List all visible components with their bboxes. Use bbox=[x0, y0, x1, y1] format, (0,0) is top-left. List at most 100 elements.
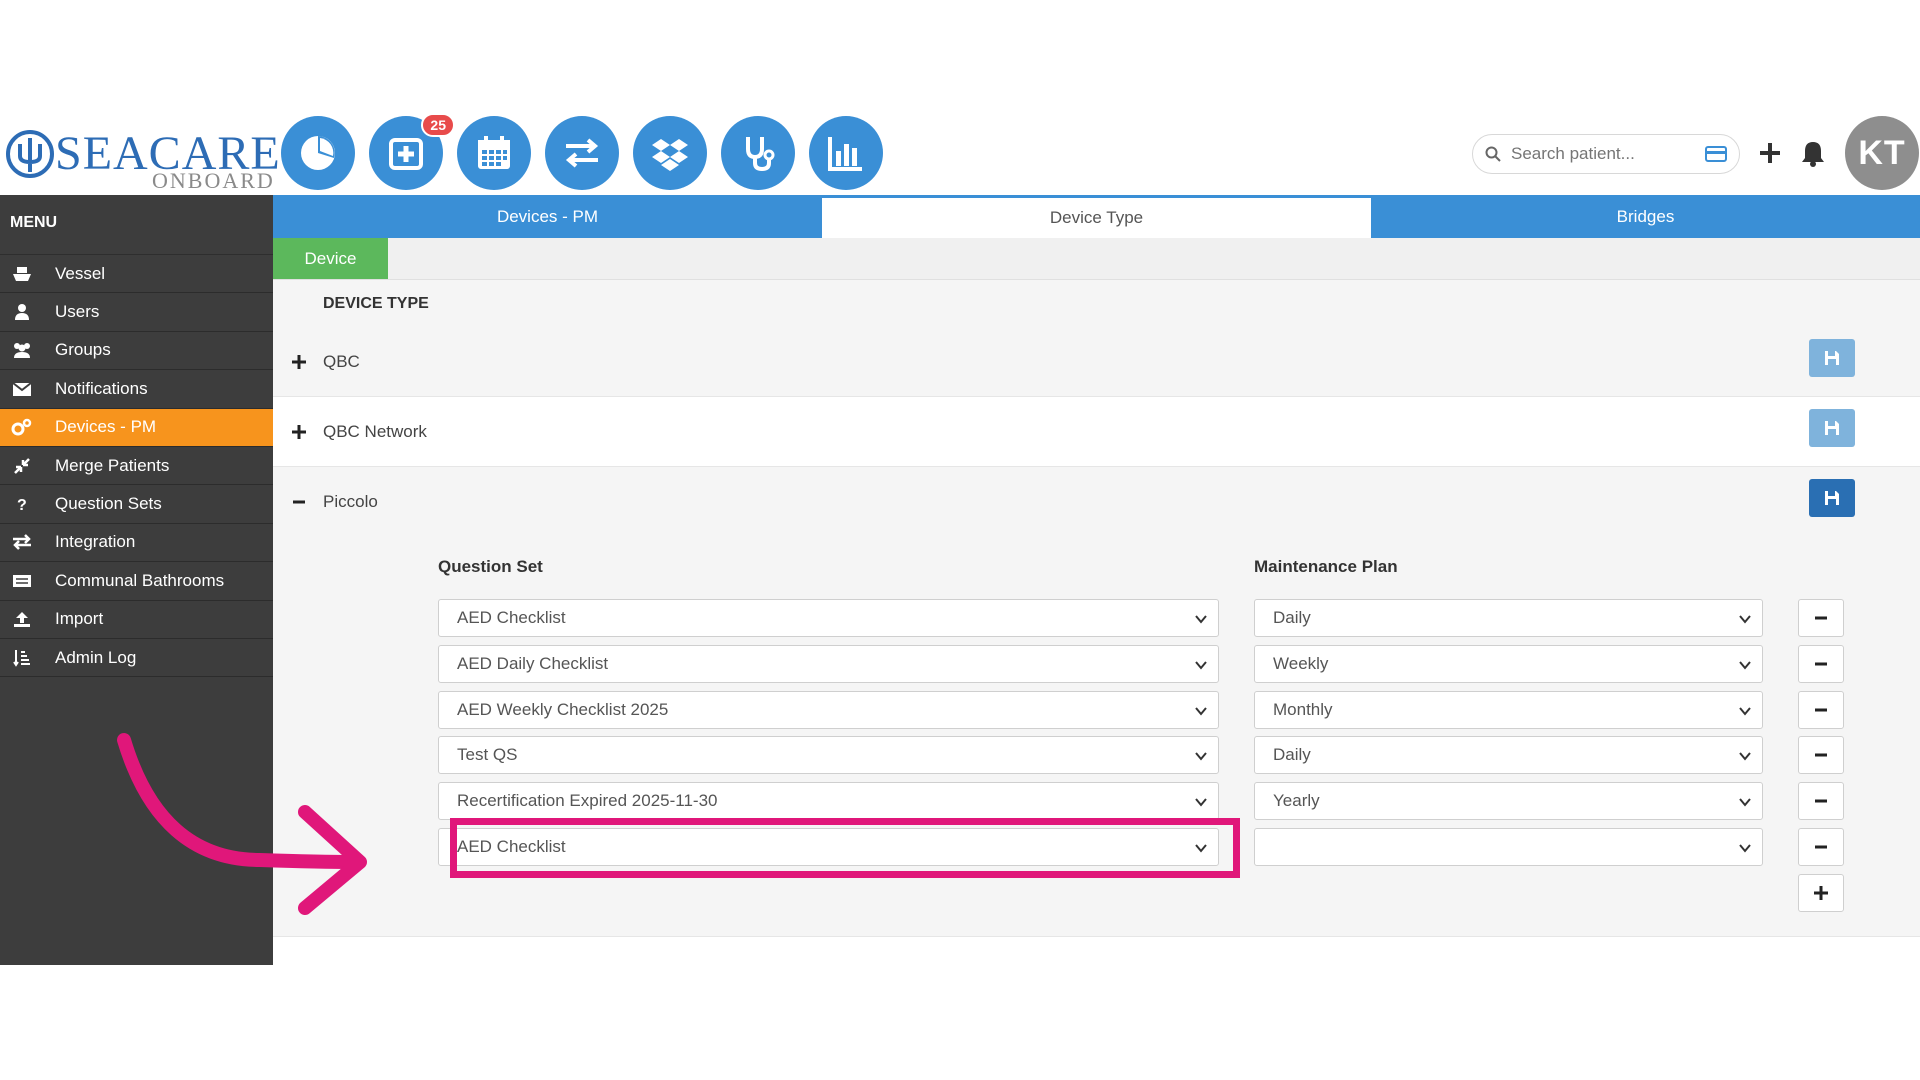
sidebar-item-merge-patients[interactable]: Merge Patients bbox=[0, 447, 273, 486]
sidebar-item-label: Users bbox=[55, 302, 100, 322]
sidebar-item-admin-log[interactable]: Admin Log bbox=[0, 639, 273, 678]
notifications-bell[interactable] bbox=[1797, 134, 1829, 172]
stethoscope-button[interactable] bbox=[721, 116, 795, 190]
top-tabs: Devices - PM Device Type Bridges bbox=[273, 195, 1920, 238]
question-set-select[interactable]: AED Checklist bbox=[438, 599, 1219, 637]
menu-title: MENU bbox=[0, 195, 273, 255]
collapse-minus-icon[interactable] bbox=[289, 494, 309, 510]
chevron-down-icon bbox=[1195, 752, 1207, 761]
maintenance-plan-label: Maintenance Plan bbox=[1254, 557, 1398, 576]
search-input[interactable] bbox=[1511, 144, 1701, 164]
sidebar-item-groups[interactable]: Groups bbox=[0, 332, 273, 371]
chevron-down-icon bbox=[1739, 615, 1751, 624]
sidebar-item-question-sets[interactable]: ? Question Sets bbox=[0, 485, 273, 524]
save-button[interactable] bbox=[1809, 409, 1855, 447]
question-icon: ? bbox=[11, 493, 33, 515]
maintenance-plan-select[interactable]: Daily bbox=[1254, 599, 1763, 637]
save-button[interactable] bbox=[1809, 339, 1855, 377]
calendar-button[interactable] bbox=[457, 116, 531, 190]
sidebar-item-label: Devices - PM bbox=[55, 417, 157, 437]
add-button[interactable] bbox=[1755, 134, 1785, 172]
expand-plus-icon[interactable] bbox=[289, 424, 309, 440]
medical-plus-icon bbox=[389, 138, 423, 170]
remove-row-button[interactable] bbox=[1798, 736, 1844, 775]
seacare-logo[interactable]: SEACARE ONBOARD bbox=[2, 118, 280, 193]
logo-subtext: ONBOARD bbox=[152, 168, 275, 193]
user-avatar[interactable]: KT bbox=[1845, 116, 1919, 190]
maintenance-plan-value: Daily bbox=[1273, 745, 1311, 765]
device-type-name: Piccolo bbox=[323, 492, 378, 511]
chevron-down-icon bbox=[1195, 615, 1207, 624]
remove-row-button[interactable] bbox=[1798, 644, 1844, 683]
floppy-save-icon bbox=[1825, 491, 1839, 505]
device-type-row-qbc-network: QBC Network bbox=[273, 397, 1920, 467]
sidebar-item-label: Notifications bbox=[55, 378, 148, 398]
save-button[interactable] bbox=[1809, 479, 1855, 517]
sidebar-item-import[interactable]: Import bbox=[0, 601, 273, 639]
floppy-save-icon bbox=[1825, 421, 1839, 435]
remove-row-button[interactable] bbox=[1798, 782, 1844, 821]
sidebar-item-communal-bathrooms[interactable]: Communal Bathrooms bbox=[0, 562, 273, 601]
device-type-header: DEVICE TYPE bbox=[273, 280, 1920, 327]
maintenance-plan-select[interactable] bbox=[1254, 828, 1763, 866]
compress-icon bbox=[11, 455, 33, 477]
bar-chart-icon bbox=[828, 137, 862, 171]
medical-button[interactable]: 25 bbox=[369, 113, 455, 190]
patient-search[interactable] bbox=[1472, 134, 1740, 174]
minus-icon bbox=[1815, 662, 1827, 666]
tab-devices-pm[interactable]: Devices - PM bbox=[273, 195, 822, 238]
remove-row-button[interactable] bbox=[1798, 599, 1844, 637]
sidebar-item-vessel[interactable]: Vessel bbox=[0, 255, 273, 294]
tab-bridges[interactable]: Bridges bbox=[1371, 195, 1920, 238]
trident-logo-icon bbox=[6, 130, 54, 178]
chevron-down-icon bbox=[1195, 661, 1207, 670]
transfer-button[interactable] bbox=[545, 116, 619, 190]
maintenance-plan-select[interactable]: Daily bbox=[1254, 736, 1763, 775]
sidebar-item-devices-pm[interactable]: Devices - PM bbox=[0, 408, 273, 447]
notification-count-badge: 25 bbox=[421, 113, 455, 137]
reports-button[interactable] bbox=[809, 116, 883, 190]
question-set-select[interactable]: Test QS bbox=[438, 736, 1219, 775]
device-type-row-qbc: QBC bbox=[273, 327, 1920, 397]
maintenance-plan-select[interactable]: Weekly bbox=[1254, 644, 1763, 683]
id-card-icon[interactable] bbox=[1705, 146, 1727, 162]
maintenance-plan-value: Monthly bbox=[1273, 699, 1333, 719]
gears-icon bbox=[11, 416, 33, 438]
sidebar-item-notifications[interactable]: Notifications bbox=[0, 370, 273, 409]
envelope-icon bbox=[11, 378, 33, 400]
minus-icon bbox=[1815, 753, 1827, 757]
sidebar-item-users[interactable]: Users bbox=[0, 293, 273, 332]
device-type-name: QBC Network bbox=[323, 421, 427, 441]
dashboard-pie-icon bbox=[301, 136, 335, 170]
stethoscope-icon bbox=[746, 137, 775, 172]
remove-row-button[interactable] bbox=[1798, 828, 1844, 866]
sidebar-item-integration[interactable]: Integration bbox=[0, 524, 273, 563]
subtab-device[interactable]: Device bbox=[273, 238, 388, 279]
sidebar-item-label: Merge Patients bbox=[55, 455, 170, 475]
subtabs: Device bbox=[273, 238, 1920, 280]
chevron-down-icon bbox=[1195, 706, 1207, 716]
plus-icon bbox=[1814, 885, 1828, 900]
question-set-select[interactable]: AED Weekly Checklist 2025 bbox=[438, 690, 1219, 729]
tab-device-type[interactable]: Device Type bbox=[822, 195, 1371, 238]
dropbox-button[interactable] bbox=[633, 116, 707, 190]
minus-icon bbox=[1815, 708, 1827, 712]
remove-row-button[interactable] bbox=[1798, 690, 1844, 729]
svg-text:?: ? bbox=[17, 497, 27, 513]
question-set-select[interactable]: Recertification Expired 2025-11-30 bbox=[438, 782, 1219, 821]
sidebar-item-label: Admin Log bbox=[55, 647, 137, 667]
sort-list-icon bbox=[11, 647, 33, 669]
expand-plus-icon[interactable] bbox=[289, 354, 309, 370]
maintenance-plan-select[interactable]: Monthly bbox=[1254, 690, 1763, 729]
minus-icon bbox=[1815, 799, 1827, 803]
maintenance-plan-select[interactable]: Yearly bbox=[1254, 782, 1763, 821]
question-set-select[interactable]: AED Daily Checklist bbox=[438, 644, 1219, 683]
maintenance-plan-value: Weekly bbox=[1273, 653, 1329, 673]
question-set-value: AED Weekly Checklist 2025 bbox=[457, 699, 669, 719]
sidebar-item-label: Question Sets bbox=[55, 494, 162, 514]
dashboard-button[interactable] bbox=[281, 116, 355, 190]
question-set-value: Test QS bbox=[457, 745, 518, 765]
plus-icon bbox=[1760, 143, 1780, 163]
chevron-down-icon bbox=[1739, 661, 1751, 670]
add-row-button[interactable] bbox=[1798, 873, 1844, 912]
